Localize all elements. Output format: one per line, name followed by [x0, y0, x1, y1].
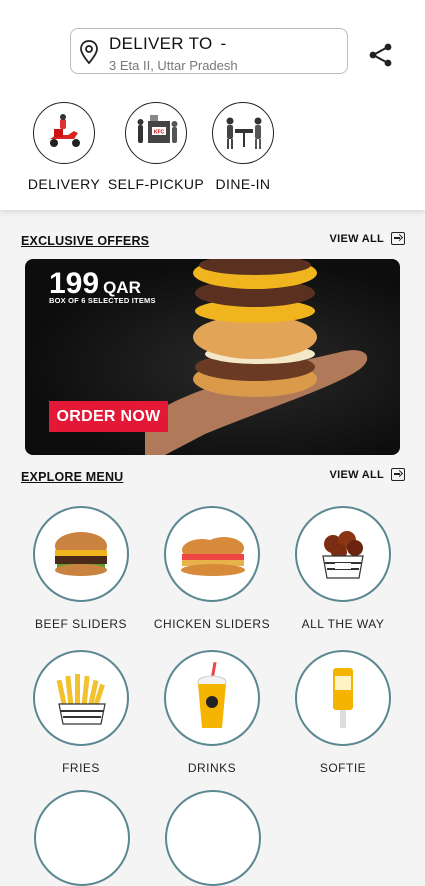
menu-item-label: FRIES [62, 761, 100, 775]
header-panel: DELIVER TO - 3 Eta II, Uttar Pradesh DELI… [0, 0, 425, 210]
offer-banner[interactable]: 199 QAR BOX OF 6 SELECTED ITEMS ORDER NOW [25, 259, 400, 455]
menu-item-label: CHICKEN SLIDERS [153, 617, 271, 631]
menu-item-partial[interactable] [165, 790, 261, 886]
dine-in-people-icon [212, 102, 274, 164]
mode-self-pickup[interactable]: KFC SELF-PICKUP [106, 102, 206, 192]
explore-menu-title: EXPLORE MENU [21, 470, 124, 484]
menu-view-all-link[interactable]: VIEW ALL [329, 468, 405, 481]
share-icon[interactable] [368, 42, 394, 68]
menu-item-label: ALL THE WAY [301, 617, 385, 631]
delivery-address: 3 Eta II, Uttar Pradesh [109, 58, 238, 73]
location-pin-icon [80, 40, 98, 65]
drink-cup-icon [164, 650, 260, 746]
beef-slider-icon [33, 506, 129, 602]
mode-delivery-label: DELIVERY [27, 176, 101, 192]
softie-cup-icon [295, 650, 391, 746]
menu-item-partial[interactable] [34, 790, 130, 886]
mode-dine-in-label: DINE-IN [215, 176, 271, 192]
wings-bucket-icon [295, 506, 391, 602]
menu-item-all-the-way[interactable]: ALL THE WAY [278, 506, 408, 631]
exclusive-offers-title: EXCLUSIVE OFFERS [21, 234, 150, 248]
deliver-to-selector[interactable]: DELIVER TO - 3 Eta II, Uttar Pradesh [70, 28, 348, 74]
fries-icon [33, 650, 129, 746]
mode-dine-in[interactable]: DINE-IN [193, 102, 293, 192]
self-pickup-counter-icon: KFC [125, 102, 187, 164]
offers-view-all-link[interactable]: VIEW ALL [329, 232, 405, 245]
mode-self-pickup-label: SELF-PICKUP [107, 176, 205, 192]
menu-item-fries[interactable]: FRIES [16, 650, 146, 775]
menu-item-beef-sliders[interactable]: BEEF SLIDERS [16, 506, 146, 631]
burger-stack-image [145, 259, 368, 455]
arrow-right-box-icon [391, 468, 405, 481]
menu-item-label: DRINKS [187, 761, 237, 775]
arrow-right-box-icon [391, 232, 405, 245]
offers-view-all-label: VIEW ALL [329, 232, 384, 245]
order-now-button[interactable]: ORDER NOW [49, 401, 168, 432]
mode-delivery[interactable]: DELIVERY [14, 102, 114, 192]
menu-item-chicken-sliders[interactable]: CHICKEN SLIDERS [147, 506, 277, 631]
offer-subtitle: BOX OF 6 SELECTED ITEMS [49, 296, 156, 305]
chicken-slider-icon [164, 506, 260, 602]
svg-text:KFC: KFC [154, 130, 165, 136]
menu-item-label: BEEF SLIDERS [34, 617, 128, 631]
delivery-scooter-icon [33, 102, 95, 164]
menu-item-label: SOFTIE [319, 761, 367, 775]
exclusive-offers-header: EXCLUSIVE OFFERS VIEW ALL [21, 232, 405, 250]
menu-item-drinks[interactable]: DRINKS [147, 650, 277, 775]
menu-item-softie[interactable]: SOFTIE [278, 650, 408, 775]
deliver-to-label: DELIVER TO - [109, 34, 227, 53]
explore-menu-header: EXPLORE MENU VIEW ALL [21, 468, 405, 486]
menu-view-all-label: VIEW ALL [329, 468, 384, 481]
